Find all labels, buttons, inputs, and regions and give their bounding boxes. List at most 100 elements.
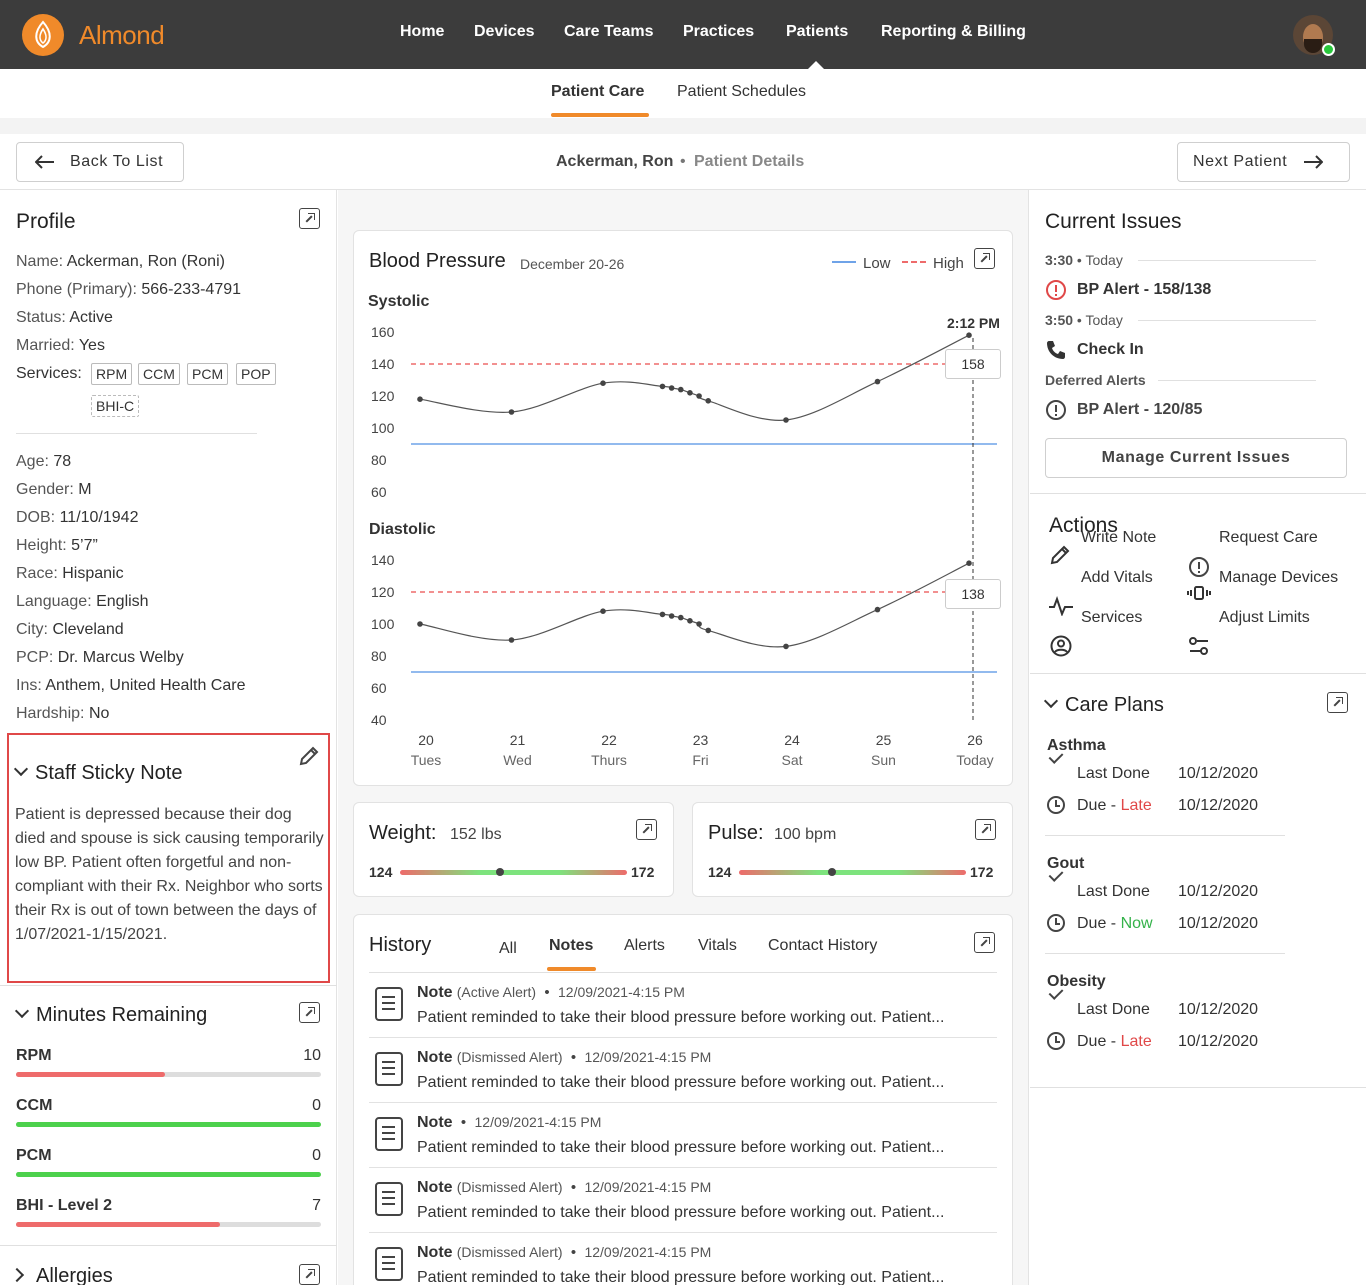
x-tick-dayname: Sun [871, 752, 896, 768]
minutes-row-value: 0 [312, 1097, 321, 1114]
issue-bp-alert-active[interactable]: BP Alert - 158/138 [1077, 281, 1211, 299]
due-label: Due - [1077, 1033, 1117, 1050]
y-tick-label: 120 [371, 388, 395, 404]
alert-icon [1189, 557, 1209, 577]
expand-icon[interactable] [636, 819, 657, 840]
minutes-row-value: 7 [312, 1197, 321, 1214]
action-add-vitals[interactable]: Add Vitals [1081, 569, 1153, 587]
x-tick-day: 25 [876, 732, 892, 748]
note-text: Patient reminded to take their blood pre… [417, 1204, 945, 1221]
history-note-row[interactable]: Note (Dismissed Alert) • 12/09/2021-4:15… [369, 1168, 997, 1233]
y-tick-label: 100 [371, 616, 395, 632]
bp-data-point [417, 396, 423, 403]
bp-data-point [677, 386, 684, 393]
note-text: Patient reminded to take their blood pre… [417, 1139, 945, 1156]
note-type: Note [417, 1049, 453, 1066]
note-date: 12/09/2021-4:15 PM [558, 984, 685, 1000]
action-request-care[interactable]: Request Care [1219, 529, 1318, 547]
y-tick-label: 40 [371, 712, 387, 728]
x-tick-dayname: Thurs [591, 752, 627, 768]
minutes-row-label: RPM [16, 1047, 52, 1064]
bp-data-point [600, 380, 606, 387]
bp-series-line [419, 334, 970, 421]
note-status: (Dismissed Alert) [456, 1179, 563, 1195]
action-manage-devices[interactable]: Manage Devices [1219, 569, 1338, 587]
y-tick-label: 60 [371, 484, 387, 500]
history-tab-contact-history[interactable]: Contact History [768, 937, 877, 955]
x-tick-dayname: Today [956, 752, 993, 768]
bp-data-point [696, 393, 702, 399]
systolic-value-tooltip: 158 [945, 349, 1001, 379]
bp-data-point [508, 409, 515, 415]
y-tick-label: 140 [371, 552, 395, 568]
history-tab-notes[interactable]: Notes [549, 937, 593, 955]
minutes-row-label: CCM [16, 1097, 53, 1114]
x-tick-dayname: Wed [503, 752, 532, 768]
care-plans-title: Care Plans [1065, 694, 1164, 716]
issue-when-1: Today [1085, 252, 1123, 268]
y-tick-label: 80 [371, 648, 387, 664]
issue-check-in[interactable]: Check In [1077, 341, 1144, 359]
weight-max: 172 [631, 864, 655, 880]
sticky-note-text: Patient is depressed because their dog d… [15, 806, 324, 943]
alarm-clock-icon [1047, 796, 1065, 814]
bp-data-point [659, 383, 666, 390]
issue-bp-alert-deferred[interactable]: BP Alert - 120/85 [1077, 401, 1202, 419]
history-active-tab-underline [547, 967, 596, 971]
note-text: Patient reminded to take their blood pre… [417, 1074, 945, 1091]
last-done-label: Last Done [1077, 765, 1150, 782]
minutes-row-label: BHI - Level 2 [16, 1197, 113, 1214]
history-tab-all[interactable]: All [499, 940, 517, 958]
bp-data-point [687, 618, 693, 624]
expand-icon[interactable] [974, 932, 995, 953]
alert-icon [1046, 400, 1066, 420]
last-done-date: 10/12/2020 [1178, 883, 1259, 900]
note-document-icon [375, 1182, 403, 1216]
note-status: (Dismissed Alert) [456, 1244, 563, 1260]
x-tick-day: 22 [601, 732, 617, 748]
history-title: History [369, 934, 432, 956]
note-type: Note [417, 1244, 453, 1261]
bp-series-line [419, 562, 970, 648]
action-adjust-limits[interactable]: Adjust Limits [1219, 609, 1310, 627]
history-note-row[interactable]: Note • 12/09/2021-4:15 PM Patient remind… [369, 1103, 997, 1168]
x-tick-day: 23 [693, 732, 709, 748]
action-write-note[interactable]: Write Note [1081, 529, 1156, 547]
x-tick-day: 21 [510, 732, 526, 748]
expand-icon[interactable] [299, 1264, 320, 1285]
manage-current-issues-button[interactable]: Manage Current Issues [1045, 438, 1347, 478]
weight-marker [495, 868, 504, 876]
expand-icon[interactable] [1327, 692, 1348, 713]
expand-icon[interactable] [975, 819, 996, 840]
diastolic-value-tooltip: 138 [945, 579, 1001, 609]
due-status: Late [1120, 797, 1152, 814]
history-note-row[interactable]: Note (Dismissed Alert) • 12/09/2021-4:15… [369, 1233, 997, 1285]
minutes-progress-fill [16, 1222, 221, 1227]
minutes-row-label: PCM [16, 1147, 52, 1164]
y-tick-label: 80 [371, 452, 387, 468]
last-done-date: 10/12/2020 [1178, 1001, 1259, 1018]
current-issues-title: Current Issues [1045, 210, 1182, 233]
device-vibrate-icon [1187, 586, 1211, 600]
minutes-row-value: 0 [312, 1147, 321, 1164]
x-tick-dayname: Fri [692, 752, 708, 768]
y-tick-label: 100 [371, 420, 395, 436]
bp-data-point [966, 332, 972, 339]
bp-data-point [687, 390, 693, 396]
history-note-row[interactable]: Note (Dismissed Alert) • 12/09/2021-4:15… [369, 1038, 997, 1103]
note-status: (Active Alert) [456, 984, 537, 1000]
due-date: 10/12/2020 [1178, 915, 1259, 932]
minutes-progress-fill [16, 1122, 321, 1127]
bp-data-point [668, 613, 675, 619]
minutes-row-value: 10 [303, 1047, 321, 1064]
due-status: Now [1120, 915, 1153, 932]
expand-icon[interactable] [299, 1002, 320, 1023]
history-tab-vitals[interactable]: Vitals [698, 937, 737, 955]
bp-data-point [783, 643, 789, 650]
history-note-row[interactable]: Note (Active Alert) • 12/09/2021-4:15 PM… [369, 973, 997, 1038]
weight-min: 124 [369, 864, 393, 880]
last-done-label: Last Done [1077, 1001, 1150, 1018]
alarm-clock-icon [1047, 1032, 1065, 1050]
action-services[interactable]: Services [1081, 609, 1142, 627]
history-tab-alerts[interactable]: Alerts [624, 937, 665, 955]
